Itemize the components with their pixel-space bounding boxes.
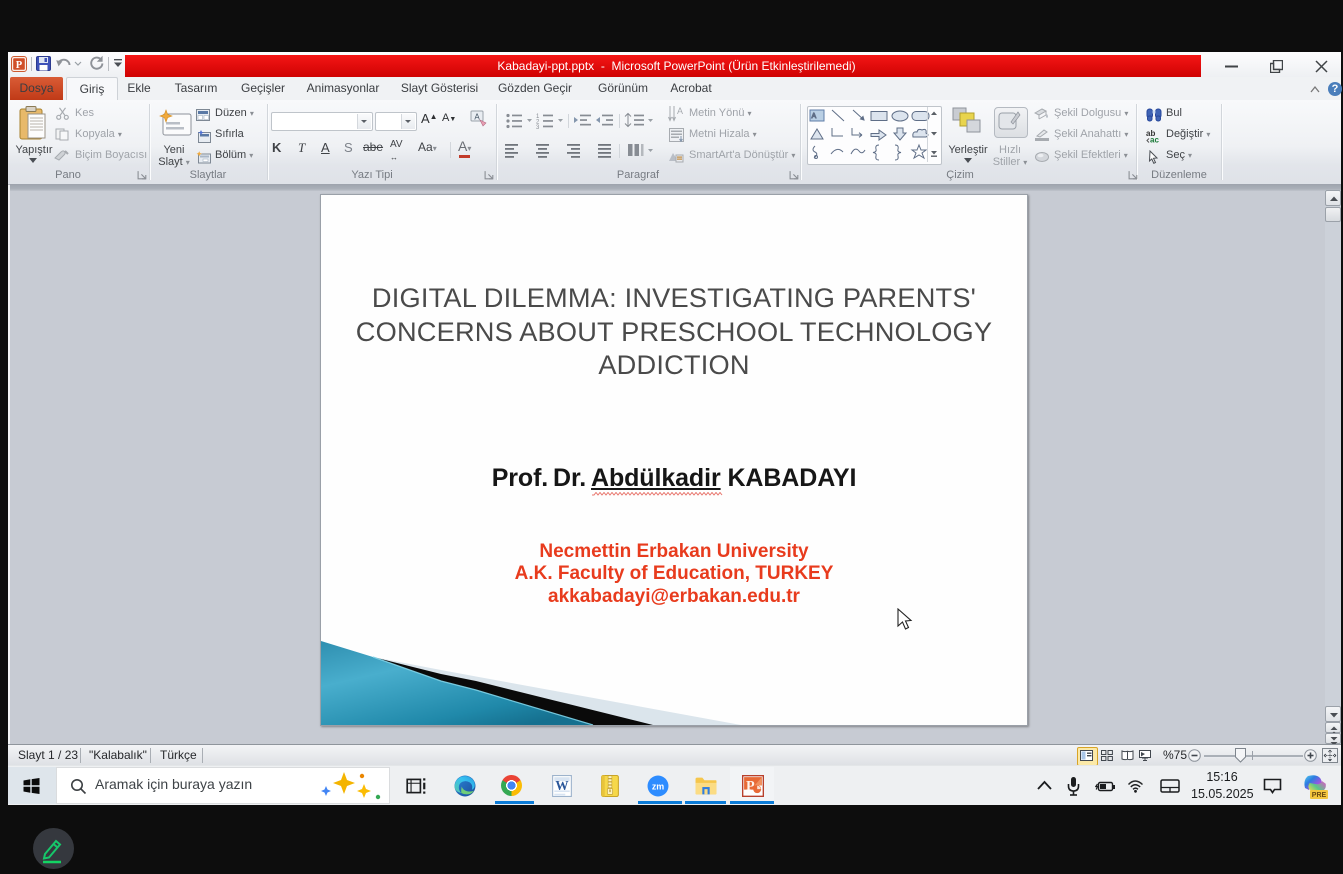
svg-text:P: P bbox=[16, 60, 23, 71]
svg-text:ac: ac bbox=[1150, 136, 1159, 144]
svg-text:zm: zm bbox=[652, 781, 664, 791]
svg-text:3: 3 bbox=[536, 125, 540, 130]
svg-text:W: W bbox=[555, 778, 568, 793]
svg-text:A: A bbox=[812, 113, 817, 120]
svg-text:PRE: PRE bbox=[1312, 792, 1327, 799]
svg-text:A: A bbox=[677, 106, 683, 116]
svg-text:P: P bbox=[746, 778, 755, 794]
svg-text:A: A bbox=[474, 113, 480, 122]
